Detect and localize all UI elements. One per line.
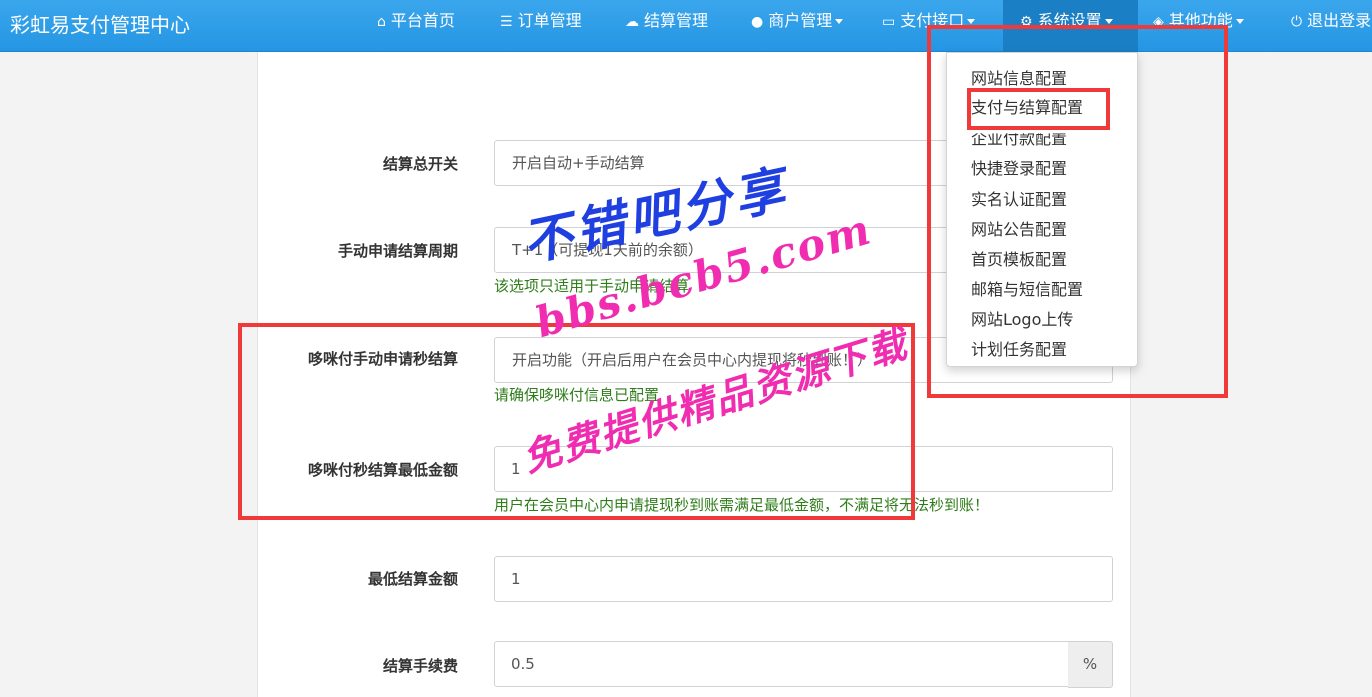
nav-other-functions[interactable]: ◈ 其他功能 [1153,0,1244,52]
duomi-min-label: 哆咪付秒结算最低金额 [307,461,458,479]
cloud-icon: ☁ [625,14,639,30]
min-amount-input[interactable]: 1 [494,556,1113,602]
brand-title[interactable]: 彩虹易支付管理中心 [10,9,190,38]
nav-other-functions-label: 其他功能 [1168,11,1233,30]
system-settings-dropdown: 网站信息配置 支付与结算配置 企业付款配置 快捷登录配置 实名认证配置 网站公告… [946,52,1138,367]
duomi-min-input[interactable]: 1 [494,446,1113,492]
menu-item-email-sms[interactable]: 邮箱与短信配置 [971,276,1083,300]
nav-home-label: 平台首页 [390,11,455,30]
duomi-min-help: 用户在会员中心内申请提现秒到账需满足最低金额，不满足将无法秒到账！ [494,496,990,514]
manual-cycle-label: 手动申请结算周期 [337,242,458,260]
gear-icon: ⚙ [1020,14,1033,30]
fee-label: 结算手续费 [382,657,458,675]
nav-logout-label: 退出登录 [1307,11,1372,30]
nav-orders-label: 订单管理 [517,11,582,30]
percent-addon: % [1068,641,1113,688]
nav-payment-interface[interactable]: ▭ 支付接口 [882,0,976,52]
home-icon: ⌂ [377,14,386,30]
nav-settlement[interactable]: ☁ 结算管理 [625,0,708,52]
user-icon: ● [751,14,764,30]
nav-logout[interactable]: ⏻ 退出登录 [1291,0,1371,52]
nav-settlement-label: 结算管理 [644,11,709,30]
menu-item-cron-tasks[interactable]: 计划任务配置 [971,336,1067,360]
menu-item-quick-login[interactable]: 快捷登录配置 [971,155,1067,179]
chevron-down-icon [1235,19,1244,24]
menu-item-enterprise-payment[interactable]: 企业付款配置 [971,133,1067,149]
power-icon: ⏻ [1291,14,1303,30]
nav-home[interactable]: ⌂ 平台首页 [377,0,455,52]
menu-item-homepage-template[interactable]: 首页模板配置 [971,246,1067,270]
chevron-down-icon [835,19,844,24]
chevron-down-icon [1104,19,1113,24]
duomi-instant-help: 请确保哆咪付信息已配置 [494,386,660,404]
menu-item-site-notice[interactable]: 网站公告配置 [971,216,1067,240]
cube-icon: ◈ [1153,14,1164,30]
nav-merchants[interactable]: ● 商户管理 [751,0,844,52]
card-icon: ▭ [882,14,896,30]
top-navbar: 彩虹易支付管理中心 ⌂ 平台首页 ☰ 订单管理 ☁ 结算管理 ● 商户管理 ▭ 支付接口 … [0,0,1372,52]
fee-input[interactable]: 0.5 [494,641,1069,687]
chevron-down-icon [967,19,976,24]
manual-cycle-help: 该选项只适用于手动申请结算 [494,277,690,295]
menu-item-site-info[interactable]: 网站信息配置 [971,65,1067,89]
duomi-instant-label: 哆咪付手动申请秒结算 [307,350,458,368]
nav-payment-interface-label: 支付接口 [900,11,965,30]
menu-item-logo-upload[interactable]: 网站Logo上传 [971,306,1073,330]
list-icon: ☰ [500,14,513,30]
nav-orders[interactable]: ☰ 订单管理 [500,0,582,52]
min-amount-label: 最低结算金额 [367,570,458,588]
settle-switch-label: 结算总开关 [382,155,458,173]
nav-merchants-label: 商户管理 [768,11,833,30]
nav-system-settings-label: 系统设置 [1037,11,1102,30]
menu-item-payment-settlement[interactable]: 支付与结算配置 [971,94,1083,118]
nav-system-settings[interactable]: ⚙ 系统设置 [1003,0,1138,52]
menu-item-realname-auth[interactable]: 实名认证配置 [971,186,1067,210]
